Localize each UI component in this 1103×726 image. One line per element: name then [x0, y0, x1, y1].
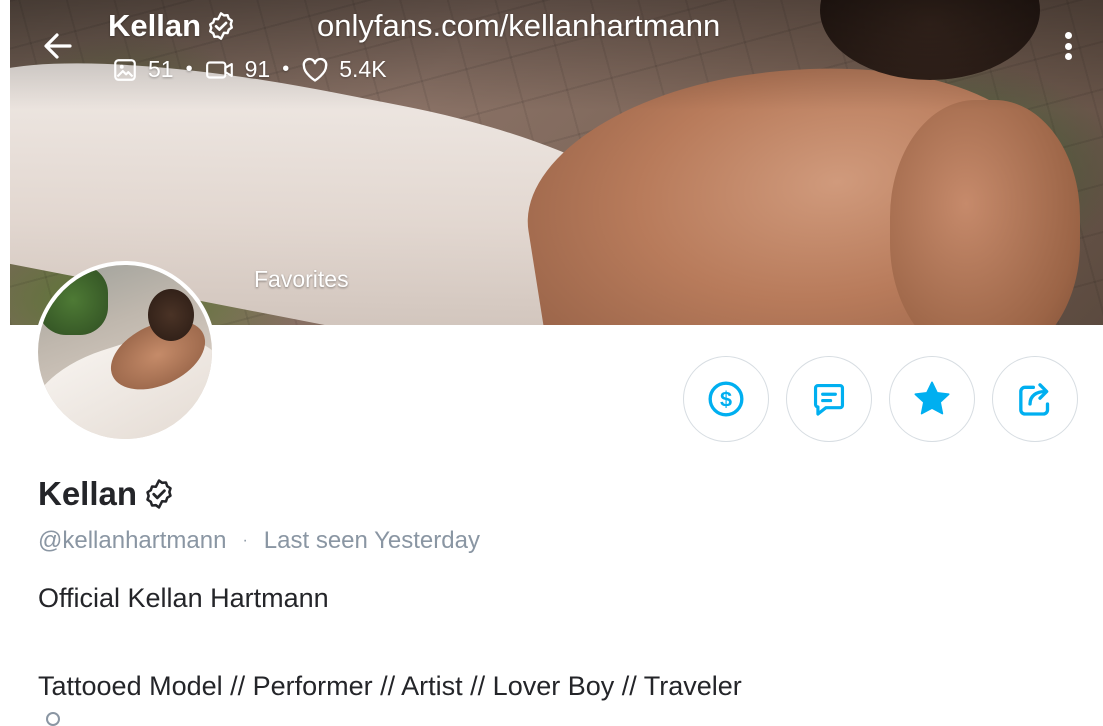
location-icon	[46, 712, 60, 726]
image-icon	[114, 58, 136, 81]
heart-icon	[302, 57, 328, 82]
star-icon	[914, 381, 950, 415]
likes-count: 5.4K	[339, 56, 387, 82]
avatar-image	[38, 265, 212, 439]
message-button[interactable]	[786, 356, 872, 442]
photos-count: 51	[148, 56, 174, 82]
profile-name: Kellan	[38, 475, 176, 513]
photos-stat: 51	[112, 56, 174, 83]
cover-favorites-label: Favorites	[254, 266, 349, 292]
profile-meta: @kellanhartmann · Last seen Yesterday	[38, 527, 480, 555]
tip-button[interactable]: $	[683, 356, 769, 442]
video-icon	[205, 60, 233, 79]
verified-icon	[146, 479, 172, 509]
more-dots-icon	[1064, 32, 1072, 39]
likes-stat: 5.4K	[301, 56, 387, 83]
verified-icon	[209, 12, 234, 40]
header-title: Kellan	[108, 8, 237, 44]
header-name: Kellan	[108, 8, 202, 43]
videos-stat: 91	[205, 56, 271, 83]
header-stats: 51 • 91 • 5.4K	[112, 56, 387, 83]
profile-actions: $	[683, 356, 1078, 442]
bio-line: Official Kellan Hartmann	[38, 583, 329, 613]
share-button[interactable]	[992, 356, 1078, 442]
dollar-circle-icon: $	[708, 381, 744, 417]
more-options-button[interactable]	[1056, 28, 1080, 64]
arrow-left-icon	[44, 33, 72, 59]
avatar[interactable]	[34, 261, 216, 443]
meta-separator: ·	[242, 532, 248, 549]
share-icon	[1019, 383, 1050, 416]
bio-line: Tattooed Model // Performer // Artist //…	[38, 671, 742, 701]
profile-url[interactable]: onlyfans.com/kellanhartmann	[317, 8, 720, 44]
username[interactable]: @kellanhartmann	[38, 527, 226, 555]
profile-name-text: Kellan	[38, 475, 138, 512]
videos-count: 91	[244, 56, 271, 82]
back-button[interactable]	[38, 26, 78, 66]
svg-text:$: $	[720, 387, 732, 412]
message-icon	[813, 383, 845, 416]
last-seen: Last seen Yesterday	[263, 527, 480, 554]
favorite-button[interactable]	[889, 356, 975, 442]
